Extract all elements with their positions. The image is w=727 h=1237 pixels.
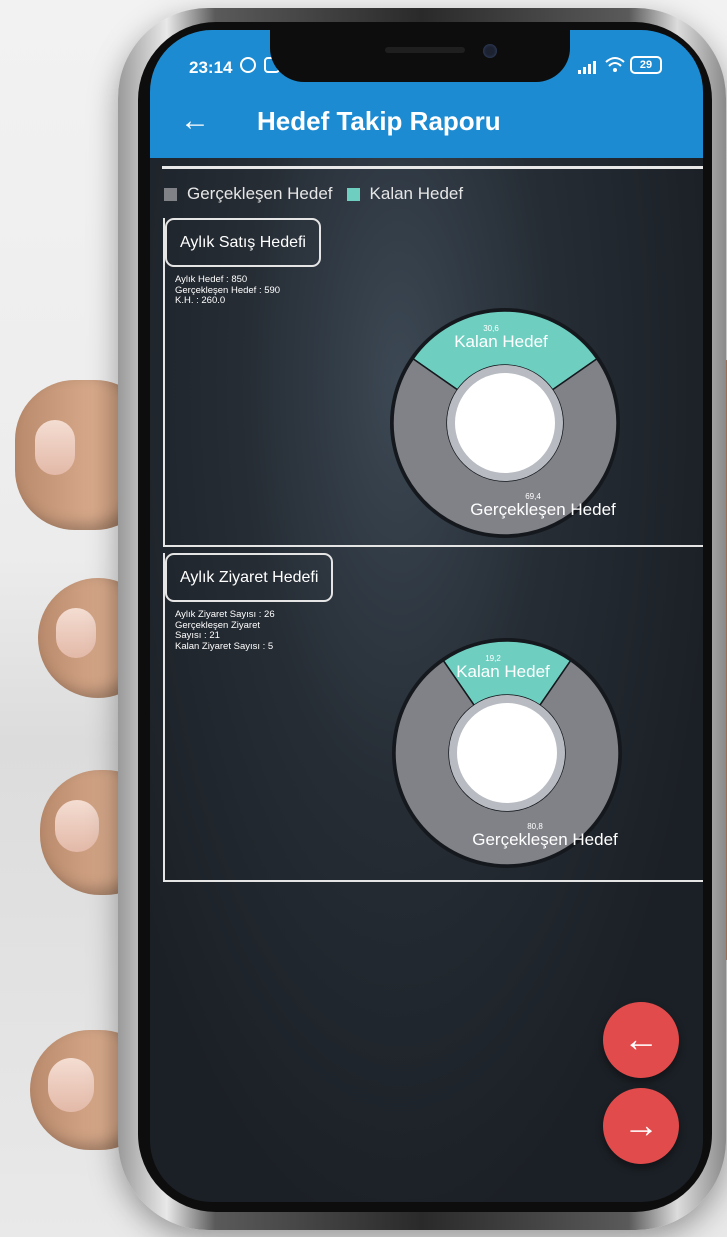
card-info: Aylık Hedef : 850 Gerçekleşen Hedef : 59… — [175, 274, 280, 307]
finger-nail — [55, 800, 99, 852]
alarm-icon — [240, 57, 256, 73]
phone-speaker — [385, 47, 465, 53]
divider — [162, 166, 703, 169]
finger-nail — [56, 608, 96, 658]
slice-category-label: Kalan Hedef — [454, 332, 548, 351]
donut-chart: 19,2Kalan Hedef80,8Gerçekleşen Hedef — [392, 638, 622, 868]
back-arrow-icon[interactable]: ← — [180, 106, 210, 136]
battery-indicator: 29 — [630, 56, 662, 74]
donut-hole — [455, 373, 555, 473]
info-line: Aylık Ziyaret Sayısı : 26 — [175, 609, 275, 620]
previous-button[interactable]: ← — [603, 1002, 679, 1078]
legend-swatch — [346, 187, 360, 201]
legend-item-kalan: Kalan Hedef — [346, 184, 464, 204]
donut-chart: 30,6Kalan Hedef69,4Gerçekleşen Hedef — [390, 308, 620, 538]
info-line: Kalan Ziyaret Sayısı : 5 — [175, 640, 274, 652]
legend-label: Gerçekleşen Hedef — [187, 184, 333, 203]
status-time: 23:14 — [189, 58, 233, 77]
page-title: Hedef Takip Raporu — [257, 106, 501, 136]
chart-legend: Gerçekleşen Hedef Kalan Hedef — [164, 184, 477, 204]
slice-category-label: Gerçekleşen Hedef — [470, 500, 616, 519]
legend-item-gerceklesen: Gerçekleşen Hedef — [164, 184, 333, 204]
card-title: Aylık Satış Hedefi — [165, 218, 321, 267]
next-button[interactable]: → — [603, 1088, 679, 1164]
slice-category-label: Kalan Hedef — [456, 662, 550, 681]
card-sales-target: Aylık Satış Hedefi Aylık Hedef : 850 Ger… — [163, 218, 703, 547]
legend-label: Kalan Hedef — [369, 184, 464, 203]
info-line: Aylık Hedef : 850 — [175, 274, 248, 285]
finger-nail — [35, 420, 75, 475]
card-title: Aylık Ziyaret Hedefi — [165, 553, 334, 602]
card-info: Aylık Ziyaret Sayısı : 26 Gerçekleşen Zi… — [175, 609, 275, 652]
slice-category-label: Gerçekleşen Hedef — [472, 830, 618, 849]
info-line: Sayısı : 21 — [175, 630, 220, 641]
wifi-icon — [605, 57, 625, 72]
legend-swatch — [164, 187, 177, 201]
card-visit-target: Aylık Ziyaret Hedefi Aylık Ziyaret Sayıs… — [163, 553, 703, 882]
app-screen: 23:14 29 ← Hedef Takip Raporu Gerçekleşe… — [150, 30, 703, 1202]
signal-icon — [578, 61, 596, 74]
info-line: K.H. : 260.0 — [175, 295, 226, 306]
donut-hole — [457, 703, 557, 803]
front-camera — [483, 44, 497, 58]
finger-nail — [48, 1058, 94, 1112]
